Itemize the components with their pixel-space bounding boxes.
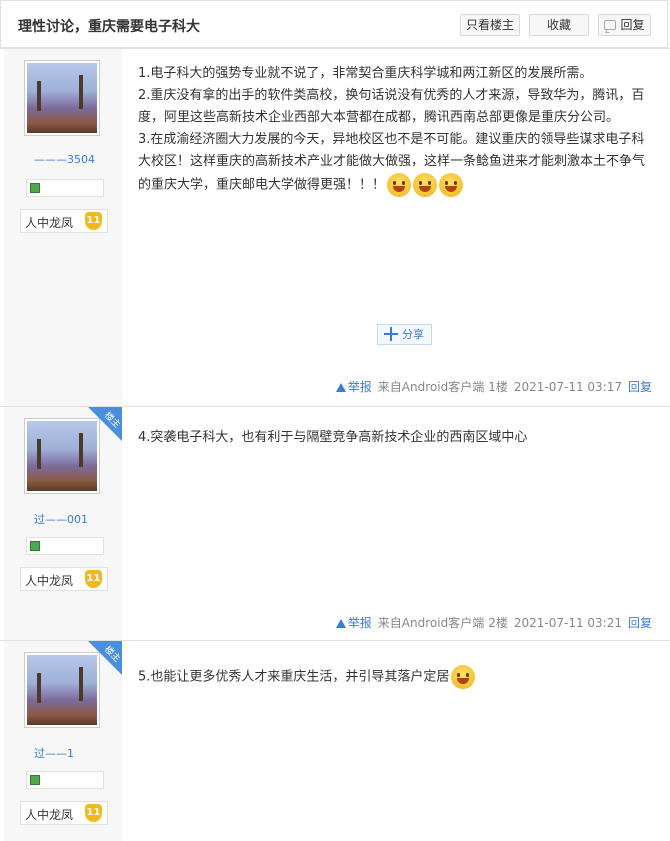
rank-title: 人中龙凤 — [25, 574, 74, 588]
level-badge: 11 — [85, 804, 102, 822]
reply-button[interactable]: 回复 — [598, 14, 651, 36]
post-content: 4.突袭电子科大，也有利于与隔壁竞争高新技术企业的西南区域中心 — [138, 427, 650, 449]
post-1: ———3504 人中龙凤 11 1.电子科大的强势专业就不说了，非常契合重庆科学… — [0, 48, 670, 408]
share-button[interactable]: 分享 — [377, 324, 432, 345]
post-paragraph: 4.突袭电子科大，也有利于与隔壁竞争高新技术企业的西南区域中心 — [138, 430, 528, 445]
smile-emoji-icon — [451, 665, 476, 689]
post-paragraph: 3.在成渝经济圈大力发展的今天，异地校区也不是不可能。建议重庆的领导些谋求电子科… — [138, 129, 650, 197]
share-label: 分享 — [402, 328, 424, 341]
avatar-image — [27, 655, 97, 725]
post-paragraph: 2.重庆没有拿的出手的软件类高校，换句话说没有优秀的人才来源，导致华为，腾讯，百… — [138, 88, 645, 125]
reply-link[interactable]: 回复 — [628, 616, 652, 630]
username[interactable]: 过——1 — [34, 745, 74, 761]
report-link[interactable]: 举报 — [335, 616, 372, 630]
badge-slot[interactable] — [26, 537, 104, 555]
reply-icon — [604, 20, 617, 30]
post-source[interactable]: 来自Android客户端 — [378, 616, 484, 630]
author-sidebar: ———3504 人中龙凤 11 — [4, 49, 122, 408]
report-link[interactable]: 举报 — [335, 380, 372, 394]
gem-icon — [30, 541, 40, 551]
post-paragraph: 5.也能让更多优秀人才来重庆生活，并引导其落户定居 — [138, 665, 650, 689]
post-content: 1.电子科大的强势专业就不说了，非常契合重庆科学城和两江新区的发展所需。 2.重… — [138, 63, 650, 197]
op-tag: 楼主 — [88, 407, 122, 441]
rank-box[interactable]: 人中龙凤 11 — [20, 801, 108, 825]
badge-slot[interactable] — [26, 179, 104, 197]
post-paragraph-text: 5.也能让更多优秀人才来重庆生活，并引导其落户定居 — [138, 669, 450, 685]
rank-title: 人中龙凤 — [25, 808, 74, 822]
reply-link[interactable]: 回复 — [628, 380, 652, 394]
level-badge: 11 — [85, 570, 102, 588]
author-sidebar: 过——001 人中龙凤 11 楼主 — [4, 407, 122, 640]
only-op-button[interactable]: 只看楼主 — [460, 14, 520, 36]
avatar-image — [27, 63, 97, 133]
rank-title: 人中龙凤 — [25, 216, 74, 230]
post-footer: 举报 来自Android客户端 2楼 2021-07-11 03:21 回复 — [335, 614, 652, 631]
post-2: 过——001 人中龙凤 11 楼主 4.突袭电子科大，也有利于与隔壁竞争高新技术… — [0, 406, 670, 640]
badge-slot[interactable] — [26, 771, 104, 789]
rank-box[interactable]: 人中龙凤 11 — [20, 209, 108, 233]
post-time: 2021-07-11 03:21 — [513, 616, 622, 630]
post-time: 2021-07-11 03:17 — [513, 380, 622, 394]
report-label: 举报 — [347, 616, 372, 630]
author-sidebar: 过——1 人中龙凤 11 楼主 — [4, 641, 122, 841]
reply-label: 回复 — [620, 18, 645, 32]
floor-number: 1楼 — [488, 380, 508, 394]
rank-box[interactable]: 人中龙凤 11 — [20, 567, 108, 591]
post-content: 5.也能让更多优秀人才来重庆生活，并引导其落户定居 — [138, 665, 650, 689]
gem-icon — [30, 183, 40, 193]
op-tag-label: 楼主 — [102, 644, 122, 665]
thread-title: 理性讨论，重庆需要电子科大 — [18, 19, 200, 35]
username[interactable]: 过——001 — [34, 511, 88, 527]
grin-emoji-icon — [439, 173, 464, 197]
report-label: 举报 — [347, 380, 372, 394]
username[interactable]: ———3504 — [34, 153, 95, 166]
warning-icon — [335, 619, 346, 628]
warning-icon — [335, 383, 346, 392]
avatar-image — [27, 421, 97, 491]
post-3: 过——1 人中龙凤 11 楼主 5.也能让更多优秀人才来重庆生活，并引导其落户定… — [0, 640, 670, 841]
level-badge: 11 — [85, 212, 102, 230]
gem-icon — [30, 775, 40, 785]
plus-icon — [384, 327, 398, 341]
avatar[interactable] — [24, 60, 100, 136]
post-source[interactable]: 来自Android客户端 — [378, 380, 484, 394]
grin-emoji-icon — [413, 173, 438, 197]
post-footer: 举报 来自Android客户端 1楼 2021-07-11 03:17 回复 — [335, 378, 652, 395]
favorite-button[interactable]: 收藏 — [529, 14, 589, 36]
grin-emoji-icon — [387, 173, 412, 197]
floor-number: 2楼 — [488, 616, 508, 630]
op-tag: 楼主 — [88, 641, 122, 675]
op-tag-label: 楼主 — [102, 410, 122, 431]
thread-header: 理性讨论，重庆需要电子科大 只看楼主 收藏 回复 — [0, 0, 668, 48]
post-paragraph: 1.电子科大的强势专业就不说了，非常契合重庆科学城和两江新区的发展所需。 — [138, 66, 593, 81]
